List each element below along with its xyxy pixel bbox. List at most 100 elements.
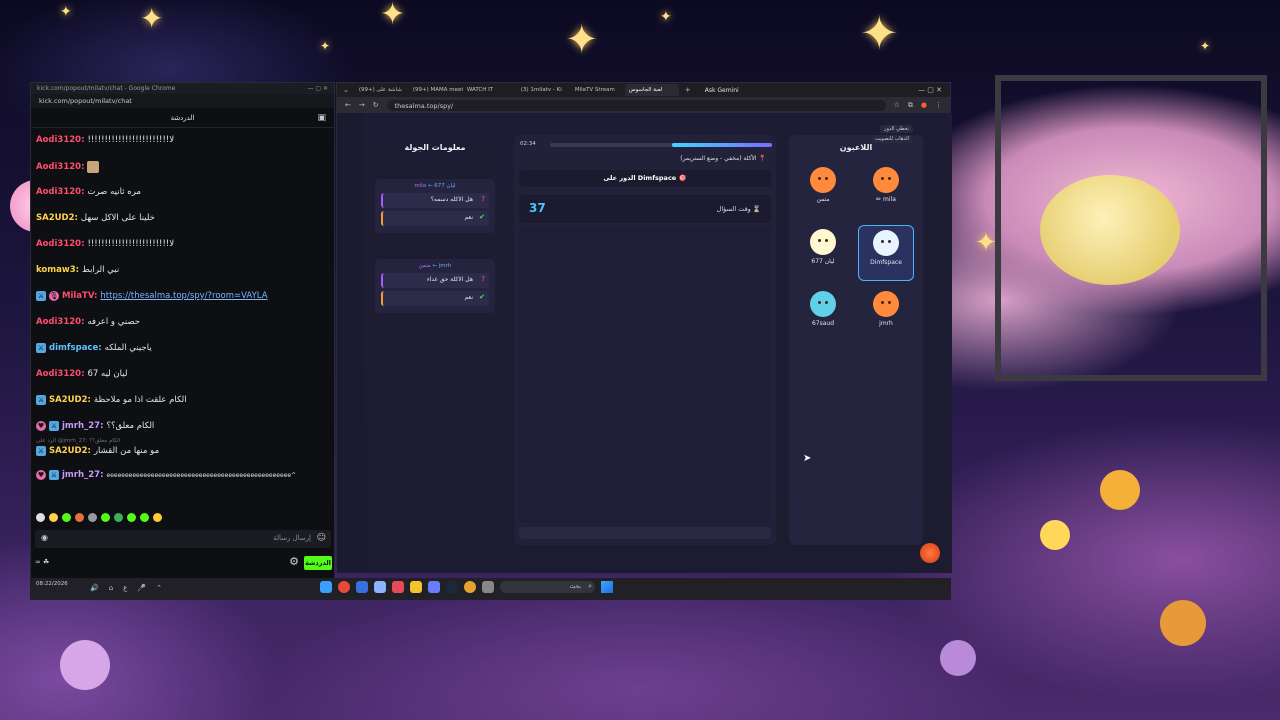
broadcaster-badge-icon: 🎙 xyxy=(49,291,59,301)
chevron-up-icon[interactable]: ⌃ xyxy=(156,584,162,592)
emote-icon[interactable] xyxy=(114,513,123,522)
emote-icon[interactable] xyxy=(101,513,110,522)
chat-message-input[interactable]: ◉ إرسال رسالة ☺ xyxy=(35,530,331,548)
chat-username[interactable]: Aodi3120: xyxy=(36,187,84,197)
emote-icon[interactable] xyxy=(88,513,97,522)
file-explorer-icon[interactable] xyxy=(410,581,422,593)
player-card-selected[interactable]: Dimfspace xyxy=(858,225,914,281)
chat-text: eeeeeeeeeeeeeeeeeeeeeeeeeeeeeeeeeeeeeeee… xyxy=(106,471,297,479)
pin-icon: 📍 xyxy=(758,155,766,162)
answer-text: نعم xyxy=(464,294,473,301)
chat-username[interactable]: komaw3: xyxy=(36,265,79,275)
emote-icon[interactable] xyxy=(62,513,71,522)
window-controls[interactable]: — ▢ ✕ xyxy=(918,86,950,94)
app-icon[interactable] xyxy=(482,581,494,593)
chat-username[interactable]: Aodi3120: xyxy=(36,135,84,145)
forward-icon[interactable]: → xyxy=(359,101,365,109)
microphone-icon[interactable]: 🎤 xyxy=(137,584,146,592)
player-card[interactable]: متمن xyxy=(795,163,851,219)
go-to-vote-button[interactable]: الذهاب للتصويت xyxy=(871,135,913,143)
player-card[interactable]: 67saud xyxy=(795,287,851,343)
chat-users-icon[interactable]: ▣ xyxy=(317,113,326,123)
speaker-icon[interactable]: 🔊 xyxy=(90,584,99,592)
browser-tab[interactable]: MilaTV Stream xyxy=(571,84,625,96)
window-controls[interactable]: — ▢ ✕ xyxy=(307,85,328,92)
emote-icon[interactable] xyxy=(36,513,45,522)
system-tray: 🔊 ⌂ ع 🎤 ⌃ xyxy=(90,584,162,592)
language-indicator[interactable]: ع xyxy=(123,584,127,592)
chat-username[interactable]: SA2UD2: xyxy=(49,446,91,456)
app-icon[interactable] xyxy=(392,581,404,593)
chat-username[interactable]: SA2UD2: xyxy=(36,213,78,223)
chat-username[interactable]: Aodi3120: xyxy=(36,239,84,249)
category-line: الأكلة (مخفي - وضع الستريمر) 📍 xyxy=(680,155,766,162)
tab-list-icon[interactable]: ⌄ xyxy=(337,86,355,94)
player-card-mila[interactable]: ✏ mila xyxy=(858,163,914,219)
player-name-text: mila xyxy=(883,196,896,203)
skip-turn-button[interactable]: تخطي الدور xyxy=(880,125,913,133)
hourglass-icon: ⌛ xyxy=(752,205,761,213)
app-icon[interactable] xyxy=(356,581,368,593)
app-icon[interactable] xyxy=(320,581,332,593)
send-chat-button[interactable]: الدردشة xyxy=(304,556,332,570)
browser-tab[interactable]: (99+) MAMA meet xyxy=(409,84,463,96)
chat-input-placeholder: إرسال رسالة xyxy=(273,534,311,542)
player-card[interactable]: ليان 677 xyxy=(795,225,851,281)
chat-message-list[interactable]: Aodi3120: !!!!!!!!!!!!!!!!!!!!!!!!لا Aod… xyxy=(31,130,336,515)
chat-url-bar[interactable]: kick.com/popout/milatv/chat xyxy=(31,94,334,108)
chat-username[interactable]: SA2UD2: xyxy=(49,395,91,405)
back-icon[interactable]: ← xyxy=(345,101,351,109)
bookmark-star-icon[interactable]: ☆ xyxy=(894,101,900,109)
taskbar-search[interactable]: بحث ⌕ xyxy=(500,581,595,593)
gear-icon[interactable]: ⚙ xyxy=(289,555,299,568)
round-timer-label: 02:34 xyxy=(520,141,536,147)
star-decoration: ✦ xyxy=(660,9,672,25)
chat-username[interactable]: Aodi3120: xyxy=(36,162,84,172)
browser-tab[interactable]: (99+) شاشة على xyxy=(355,84,409,96)
chrome-icon[interactable] xyxy=(464,581,476,593)
chat-link[interactable]: https://thesalma.top/spy/?room=VAYLA xyxy=(100,291,267,301)
floating-action-button[interactable] xyxy=(920,543,940,563)
chat-message: ⚔ 🎙 MilaTV: https://thesalma.top/spy/?ro… xyxy=(36,291,326,301)
reply-preview[interactable]: الرد على @jmrh_27: الكام معلق؟؟ xyxy=(36,438,120,444)
network-icon[interactable]: ⌂ xyxy=(109,584,113,592)
chat-message: Aodi3120: !!!!!!!!!!!!!!!!!!!!!!!!لا xyxy=(36,239,326,249)
chat-username[interactable]: MilaTV: xyxy=(62,291,97,301)
chat-username[interactable]: jmrh_27: xyxy=(62,470,104,480)
reload-icon[interactable]: ↻ xyxy=(373,101,379,109)
chat-username[interactable]: Aodi3120: xyxy=(36,369,84,379)
subscriber-badge-icon: ⚔ xyxy=(36,446,46,456)
chat-username[interactable]: jmrh_27: xyxy=(62,421,104,431)
extensions-icon[interactable]: ⧉ xyxy=(908,101,913,110)
question-input[interactable] xyxy=(519,527,771,539)
browser-tab-active[interactable]: لعبة الجاسوس xyxy=(624,84,679,96)
ask-gemini-button[interactable]: Ask Gemini xyxy=(697,87,747,94)
chat-username[interactable]: dimfspace: xyxy=(49,343,102,353)
spy-game-page: معلومات الجولة mila ← ليان 677 ? هل الاك… xyxy=(337,113,952,573)
menu-icon[interactable]: ⋮ xyxy=(935,101,942,109)
emoji-icon[interactable]: ☺ xyxy=(317,533,326,543)
emote-icon[interactable] xyxy=(153,513,162,522)
target-name: jmrh xyxy=(438,263,452,269)
steam-icon[interactable] xyxy=(446,581,458,593)
pin-icon[interactable]: ◉ xyxy=(41,533,48,542)
windows-start-icon[interactable] xyxy=(601,581,613,593)
chat-footer-icons[interactable]: ∞ ☘ xyxy=(35,558,49,566)
answer-row: ✔ نعم xyxy=(381,211,489,226)
taskbar-clock[interactable]: 08:22/2026 xyxy=(36,581,68,588)
emote-icon[interactable] xyxy=(49,513,58,522)
url-input[interactable]: thesalma.top/spy/ xyxy=(386,99,886,111)
browser-tab[interactable]: WATCH IT xyxy=(463,84,517,96)
player-card[interactable]: jmrh xyxy=(858,287,914,343)
app-icon[interactable] xyxy=(338,581,350,593)
emote-icon[interactable] xyxy=(140,513,149,522)
emote-quickbar[interactable] xyxy=(36,513,162,522)
emote-icon[interactable] xyxy=(75,513,84,522)
chat-username[interactable]: Aodi3120: xyxy=(36,317,84,327)
profile-icon[interactable]: ● xyxy=(921,101,927,109)
emote-icon[interactable] xyxy=(127,513,136,522)
new-tab-icon[interactable]: + xyxy=(679,86,697,94)
browser-tab[interactable]: (3) 1milatv - Ki xyxy=(517,84,571,96)
discord-icon[interactable] xyxy=(428,581,440,593)
settings-app-icon[interactable] xyxy=(374,581,386,593)
